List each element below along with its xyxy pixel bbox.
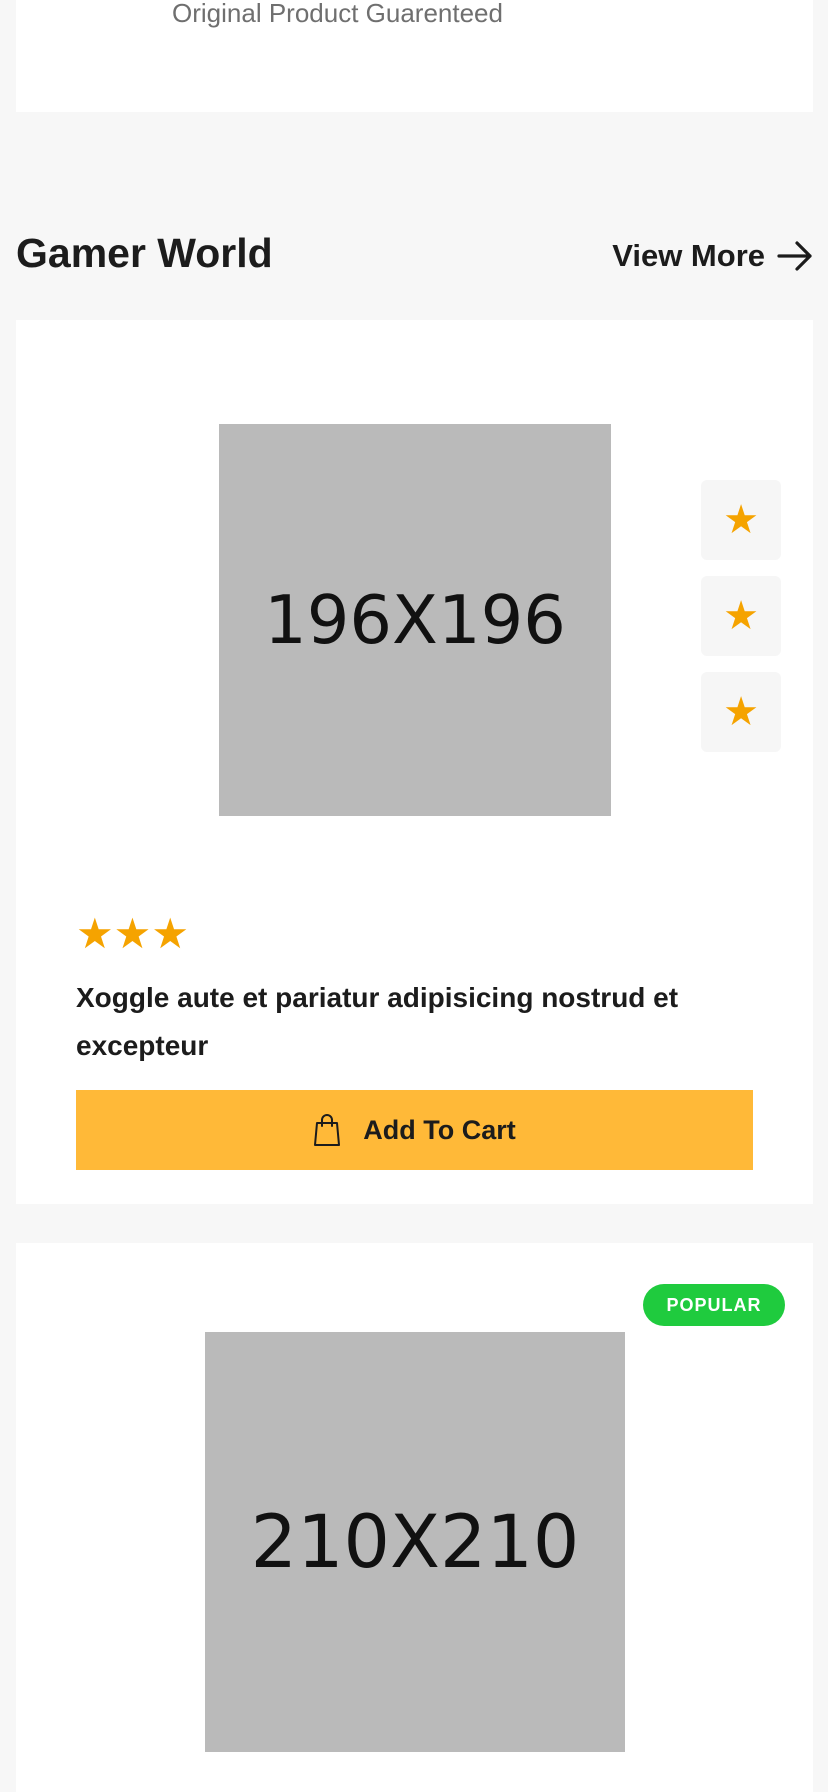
arrow-right-icon: [777, 241, 812, 271]
rating-star-icon: ★: [151, 910, 189, 957]
section-header: Gamer World View More: [16, 224, 813, 288]
view-more-label: View More: [612, 238, 765, 273]
product-card[interactable]: POPULAR 210X210: [16, 1243, 813, 1792]
view-more-link[interactable]: View More: [612, 236, 813, 276]
add-to-cart-label: Add To Cart: [363, 1114, 516, 1145]
star-icon: ★: [723, 594, 759, 638]
shopping-bag-icon: [314, 1114, 341, 1146]
product-action-button[interactable]: ★: [701, 576, 781, 656]
feature-card: Original Product Guarenteed: [16, 0, 813, 112]
product-rating: ★ ★ ★: [76, 913, 189, 955]
section-title: Gamer World: [16, 230, 273, 276]
popular-badge: POPULAR: [643, 1284, 785, 1326]
product-action-button[interactable]: ★: [701, 480, 781, 560]
rating-star-icon: ★: [113, 910, 152, 957]
product-card[interactable]: 196X196 ★ ★ ★ ★ ★ ★ Xoggle aute et paria…: [16, 320, 813, 1204]
star-icon: ★: [723, 690, 759, 734]
rating-star-icon: ★: [76, 910, 114, 957]
product-action-button[interactable]: ★: [701, 672, 781, 752]
star-icon: ★: [723, 498, 759, 542]
product-image[interactable]: 196X196: [219, 424, 611, 816]
product-title[interactable]: Xoggle aute et pariatur adipisicing nost…: [76, 974, 756, 1070]
feature-subtitle: Original Product Guarenteed: [172, 0, 503, 28]
product-image[interactable]: 210X210: [205, 1332, 625, 1752]
add-to-cart-button[interactable]: Add To Cart: [76, 1090, 753, 1170]
